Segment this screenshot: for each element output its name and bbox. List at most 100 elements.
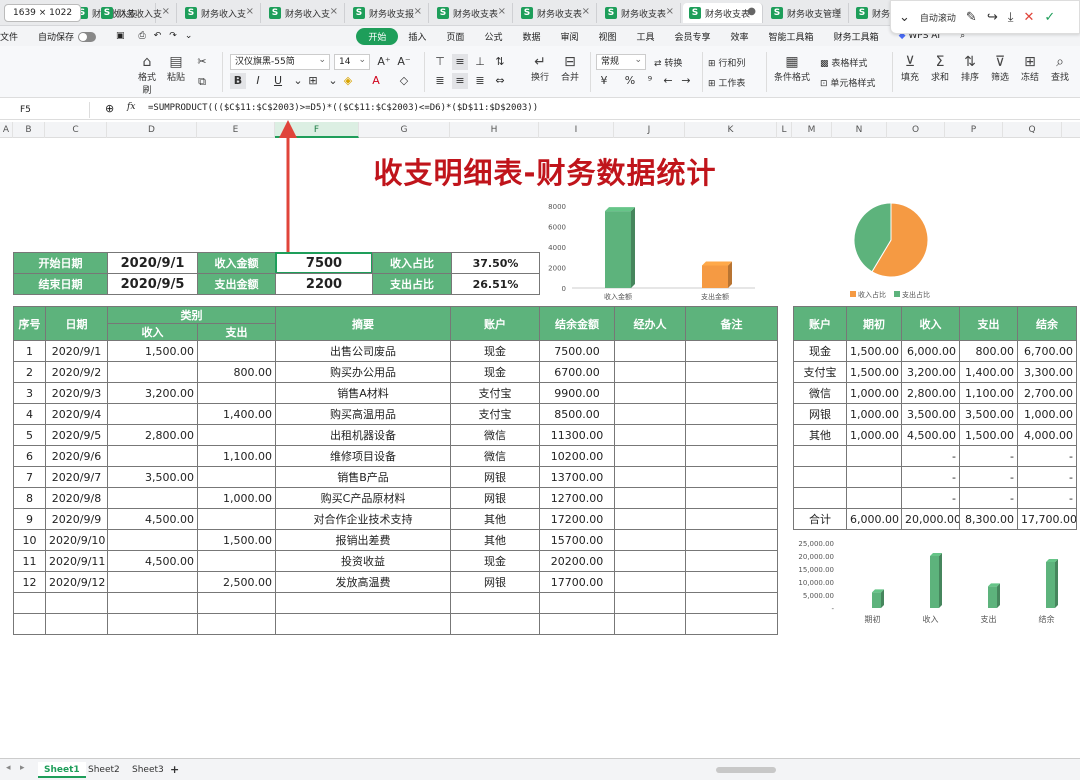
unsaved-dot-icon[interactable]: ● <box>747 6 756 17</box>
cell-account[interactable]: 微信 <box>450 445 540 467</box>
cell-income[interactable] <box>107 571 198 593</box>
close-icon[interactable]: × <box>834 6 842 17</box>
font-size-select[interactable]: 14 <box>334 53 370 70</box>
cell-note[interactable] <box>685 508 778 530</box>
cell-date[interactable]: 2020/9/3 <box>45 382 108 404</box>
cell-date[interactable]: 2020/9/4 <box>45 403 108 425</box>
cell-balance[interactable] <box>539 592 615 614</box>
table-style-button[interactable]: ▩ 表格样式 <box>820 56 890 69</box>
cell-handler[interactable] <box>614 382 686 404</box>
cell-date[interactable]: 2020/9/12 <box>45 571 108 593</box>
fill-color-icon[interactable]: ◈ <box>340 73 356 89</box>
account-cell[interactable]: - <box>959 487 1018 509</box>
account-cell[interactable] <box>846 445 902 467</box>
undo-icon[interactable]: ↶ <box>150 31 166 41</box>
cell-balance[interactable]: 13700.00 <box>539 466 615 488</box>
close-icon[interactable]: × <box>582 6 590 17</box>
column-header-p[interactable]: P <box>945 122 1003 138</box>
cell-income[interactable]: 3,500.00 <box>107 466 198 488</box>
cell-account[interactable]: 其他 <box>450 529 540 551</box>
cell-balance[interactable]: 10200.00 <box>539 445 615 467</box>
cell-balance[interactable]: 8500.00 <box>539 403 615 425</box>
merge-button[interactable]: ⊟ 合并 <box>556 54 584 83</box>
menu-smart-toolbox[interactable]: 智能工具箱 <box>759 30 824 43</box>
cell-seq[interactable]: 10 <box>13 529 46 551</box>
cell-handler[interactable] <box>614 571 686 593</box>
cell-summary[interactable]: 报销出差费 <box>275 529 451 551</box>
fill-button[interactable]: ⊻ 填充 <box>896 54 924 83</box>
close-icon[interactable]: ✕ <box>1023 10 1034 25</box>
sheet-tab-2[interactable]: Sheet2 <box>82 762 126 778</box>
account-cell[interactable]: 1,500.00 <box>846 340 902 362</box>
cell-account[interactable]: 现金 <box>450 340 540 362</box>
find-button[interactable]: ⌕ 查找 <box>1046 54 1074 83</box>
cell-summary[interactable]: 出租机器设备 <box>275 424 451 446</box>
cell-date[interactable]: 2020/9/10 <box>45 529 108 551</box>
download-icon[interactable]: ⤓ <box>1008 10 1014 25</box>
cell-handler[interactable] <box>614 340 686 362</box>
cell-expense[interactable]: 1,400.00 <box>197 403 276 425</box>
clear-icon[interactable]: ◇ <box>396 73 412 89</box>
account-cell[interactable]: 1,000.00 <box>846 424 902 446</box>
cell-balance[interactable]: 7500.00 <box>539 340 615 362</box>
menu-page[interactable]: 页面 <box>436 30 474 43</box>
pen-icon[interactable]: ✎ <box>966 10 977 25</box>
chevron-down-icon[interactable]: ⌄ <box>181 31 197 41</box>
close-icon[interactable]: × <box>162 6 170 17</box>
account-cell[interactable]: 20,000.00 <box>901 508 960 530</box>
cell-seq[interactable] <box>13 613 46 635</box>
account-cell[interactable]: 4,000.00 <box>1017 424 1077 446</box>
align-bottom-icon[interactable]: ⊥ <box>472 54 488 70</box>
doc-tab-2[interactable]: S 财务收入支 × <box>95 3 177 23</box>
account-cell[interactable]: 2,800.00 <box>901 382 960 404</box>
cell-expense[interactable] <box>197 613 276 635</box>
cell-note[interactable] <box>685 466 778 488</box>
cell-note[interactable] <box>685 382 778 404</box>
cell-summary[interactable]: 对合作企业技术支持 <box>275 508 451 530</box>
share-icon[interactable]: ↪ <box>987 10 998 25</box>
align-top-icon[interactable]: ⊤ <box>432 54 448 70</box>
account-cell[interactable]: 3,200.00 <box>901 361 960 383</box>
close-icon[interactable]: × <box>498 6 506 17</box>
cell-handler[interactable] <box>614 466 686 488</box>
column-header-c[interactable]: C <box>45 122 107 138</box>
cell-balance[interactable]: 20200.00 <box>539 550 615 572</box>
account-cell[interactable]: - <box>959 445 1018 467</box>
account-cell[interactable]: 1,000.00 <box>846 382 902 404</box>
doc-tab-6[interactable]: S 财务收支表 × <box>431 3 513 23</box>
distribute-icon[interactable]: ⇔ <box>492 73 508 89</box>
column-header-q[interactable]: Q <box>1003 122 1062 138</box>
cell-note[interactable] <box>685 445 778 467</box>
cell-account[interactable]: 现金 <box>450 361 540 383</box>
cell-expense[interactable] <box>197 382 276 404</box>
font-name-select[interactable]: 汉仪旗黑-55简 <box>230 53 330 70</box>
column-header-l[interactable]: L <box>777 122 792 138</box>
account-cell[interactable]: - <box>901 487 960 509</box>
cell-expense[interactable] <box>197 340 276 362</box>
menu-finance-toolbox[interactable]: 财务工具箱 <box>824 30 889 43</box>
column-header-g[interactable]: G <box>359 122 450 138</box>
chevron-down-icon[interactable]: ⌄ <box>290 73 306 89</box>
cell-account[interactable]: 支付宝 <box>450 403 540 425</box>
cell-seq[interactable]: 12 <box>13 571 46 593</box>
doc-tab-3[interactable]: S 财务收入支 × <box>179 3 261 23</box>
cell-account[interactable] <box>450 613 540 635</box>
cell-income[interactable]: 3,200.00 <box>107 382 198 404</box>
percent-icon[interactable]: % <box>622 73 638 89</box>
cell-date[interactable]: 2020/9/1 <box>45 340 108 362</box>
account-cell[interactable]: - <box>1017 466 1077 488</box>
cell-income[interactable]: 4,500.00 <box>107 508 198 530</box>
expense-amount-value[interactable]: 2200 <box>275 273 373 295</box>
nav-prev-icon[interactable]: ◂ <box>6 763 11 773</box>
cell-expense[interactable] <box>197 424 276 446</box>
doc-tab-5[interactable]: S 财务收支报 × <box>347 3 429 23</box>
cell-expense[interactable]: 1,100.00 <box>197 445 276 467</box>
align-middle-icon[interactable]: ≡ <box>452 54 468 70</box>
cell-account[interactable]: 网银 <box>450 487 540 509</box>
cell-account[interactable]: 微信 <box>450 424 540 446</box>
cell-expense[interactable] <box>197 466 276 488</box>
account-cell[interactable]: 其他 <box>793 424 847 446</box>
cell-balance[interactable]: 15700.00 <box>539 529 615 551</box>
italic-icon[interactable]: I <box>250 73 266 89</box>
account-cell[interactable]: 1,400.00 <box>959 361 1018 383</box>
